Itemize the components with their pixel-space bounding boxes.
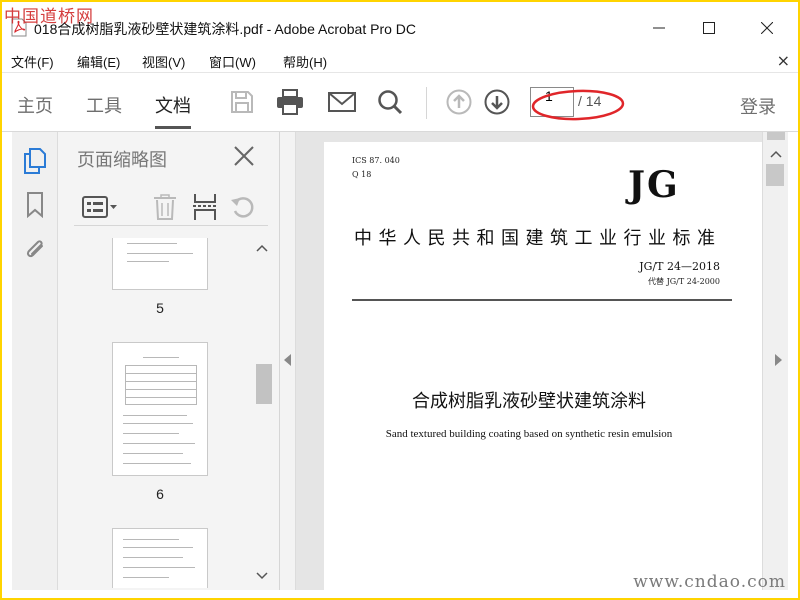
- scroll-up-icon[interactable]: [770, 150, 782, 158]
- search-button[interactable]: [375, 87, 405, 117]
- standard-mark: JG: [628, 164, 680, 206]
- thumbnails-panel: 页面缩略图 5 6: [58, 132, 280, 590]
- collapse-left-icon[interactable]: [284, 354, 292, 366]
- thumbnail-page-6[interactable]: [112, 342, 208, 476]
- toolbar: 主页 工具 文档 1 / 14 登录: [2, 72, 798, 132]
- classification-code: Q 18: [352, 170, 372, 179]
- document-scroll-handle[interactable]: [766, 164, 784, 186]
- trash-icon: [154, 194, 176, 220]
- scroll-up-icon[interactable]: [256, 244, 268, 252]
- next-page-button[interactable]: [482, 87, 512, 117]
- tab-home[interactable]: 主页: [17, 92, 53, 118]
- options-menu-icon: [82, 196, 117, 218]
- scrollbar-top-cap: [767, 132, 785, 140]
- thumbnail-label: 5: [156, 300, 164, 316]
- attachments-button[interactable]: [20, 234, 50, 264]
- document-view[interactable]: ICS 87. 040 Q 18 JG 中华人民共和国建筑工业行业标准 JG/T…: [296, 132, 762, 590]
- close-icon: [761, 22, 773, 34]
- minimize-icon: [653, 27, 665, 29]
- rotate-page-button[interactable]: [228, 192, 258, 222]
- bookmarks-button[interactable]: [20, 190, 50, 220]
- minimize-button[interactable]: [636, 14, 682, 42]
- print-button[interactable]: [275, 87, 305, 117]
- thumbnail-scrollbar[interactable]: [254, 238, 272, 588]
- replaces-standard: 代替 JG/T 24-2000: [648, 277, 720, 286]
- document-page: ICS 87. 040 Q 18 JG 中华人民共和国建筑工业行业标准 JG/T…: [324, 142, 762, 590]
- window-frame: 中国道桥网 www.cndao.com 018合成树脂乳液砂壁状建筑涂料.pdf…: [2, 2, 798, 598]
- expand-right-icon[interactable]: [775, 354, 783, 366]
- thumbnail-label: 6: [156, 486, 164, 502]
- rotate-icon: [231, 197, 254, 218]
- close-panel-icon[interactable]: [232, 144, 256, 168]
- thumbnail-list: 5 6: [74, 238, 252, 588]
- save-button[interactable]: [227, 87, 257, 117]
- tab-document[interactable]: 文档: [155, 92, 191, 129]
- menu-bar: 文件(F) 编辑(E) 视图(V) 窗口(W) 帮助(H) ×: [2, 48, 798, 72]
- maximize-icon: [703, 22, 715, 34]
- login-link[interactable]: 登录: [740, 93, 776, 119]
- divider: [352, 299, 732, 301]
- panel-splitter[interactable]: [280, 132, 296, 590]
- split-page-button[interactable]: [190, 192, 220, 222]
- watermark-bottom-right: www.cndao.com: [633, 572, 786, 592]
- standard-title: 中华人民共和国建筑工业行业标准: [354, 228, 722, 249]
- ics-code: ICS 87. 040: [352, 156, 400, 165]
- save-icon: [231, 91, 253, 113]
- thumbnail-scroll-handle[interactable]: [256, 364, 272, 404]
- close-window-button[interactable]: [744, 14, 790, 42]
- delete-page-button[interactable]: [150, 192, 180, 222]
- thumbnail-options-button[interactable]: [80, 192, 120, 222]
- page-thumbnails-button[interactable]: [20, 146, 50, 176]
- tab-tools[interactable]: 工具: [86, 92, 122, 118]
- paperclip-icon: [26, 240, 43, 258]
- panel-toolbar: [74, 192, 268, 226]
- navigation-rail: [12, 132, 58, 590]
- split-page-icon: [193, 194, 217, 220]
- search-icon: [378, 90, 403, 115]
- scroll-down-icon[interactable]: [256, 572, 268, 580]
- menu-edit[interactable]: 编辑(E): [77, 52, 120, 71]
- menu-file[interactable]: 文件(F): [11, 52, 54, 71]
- standard-number: JG/T 24—2018: [639, 260, 720, 273]
- previous-page-button[interactable]: [444, 87, 474, 117]
- menu-view[interactable]: 视图(V): [142, 52, 185, 71]
- thumbnail-page-7[interactable]: [112, 528, 208, 588]
- menu-window[interactable]: 窗口(W): [209, 52, 256, 71]
- pages-icon: [24, 148, 46, 174]
- title-bar: 018合成树脂乳液砂壁状建筑涂料.pdf - Adobe Acrobat Pro…: [2, 12, 798, 44]
- toolbar-separator: [426, 87, 427, 119]
- arrow-down-circle-icon: [484, 89, 510, 115]
- print-icon: [277, 89, 303, 115]
- maximize-button[interactable]: [686, 14, 732, 42]
- menu-help[interactable]: 帮助(H): [283, 52, 327, 71]
- bookmark-icon: [27, 192, 43, 218]
- email-button[interactable]: [327, 87, 357, 117]
- close-document-button[interactable]: ×: [777, 51, 790, 70]
- watermark-top-left: 中国道桥网: [4, 7, 94, 27]
- document-scrollbar[interactable]: [762, 132, 788, 590]
- mail-icon: [328, 92, 356, 112]
- panel-title: 页面缩略图: [77, 150, 167, 171]
- document-title-cn: 合成树脂乳液砂壁状建筑涂料: [412, 391, 646, 412]
- page-total: / 14: [578, 93, 602, 109]
- thumbnail-page-5[interactable]: [112, 238, 208, 290]
- document-title-en: Sand textured building coating based on …: [385, 428, 673, 440]
- page-number-input[interactable]: 1: [530, 87, 574, 117]
- arrow-up-circle-icon: [446, 89, 472, 115]
